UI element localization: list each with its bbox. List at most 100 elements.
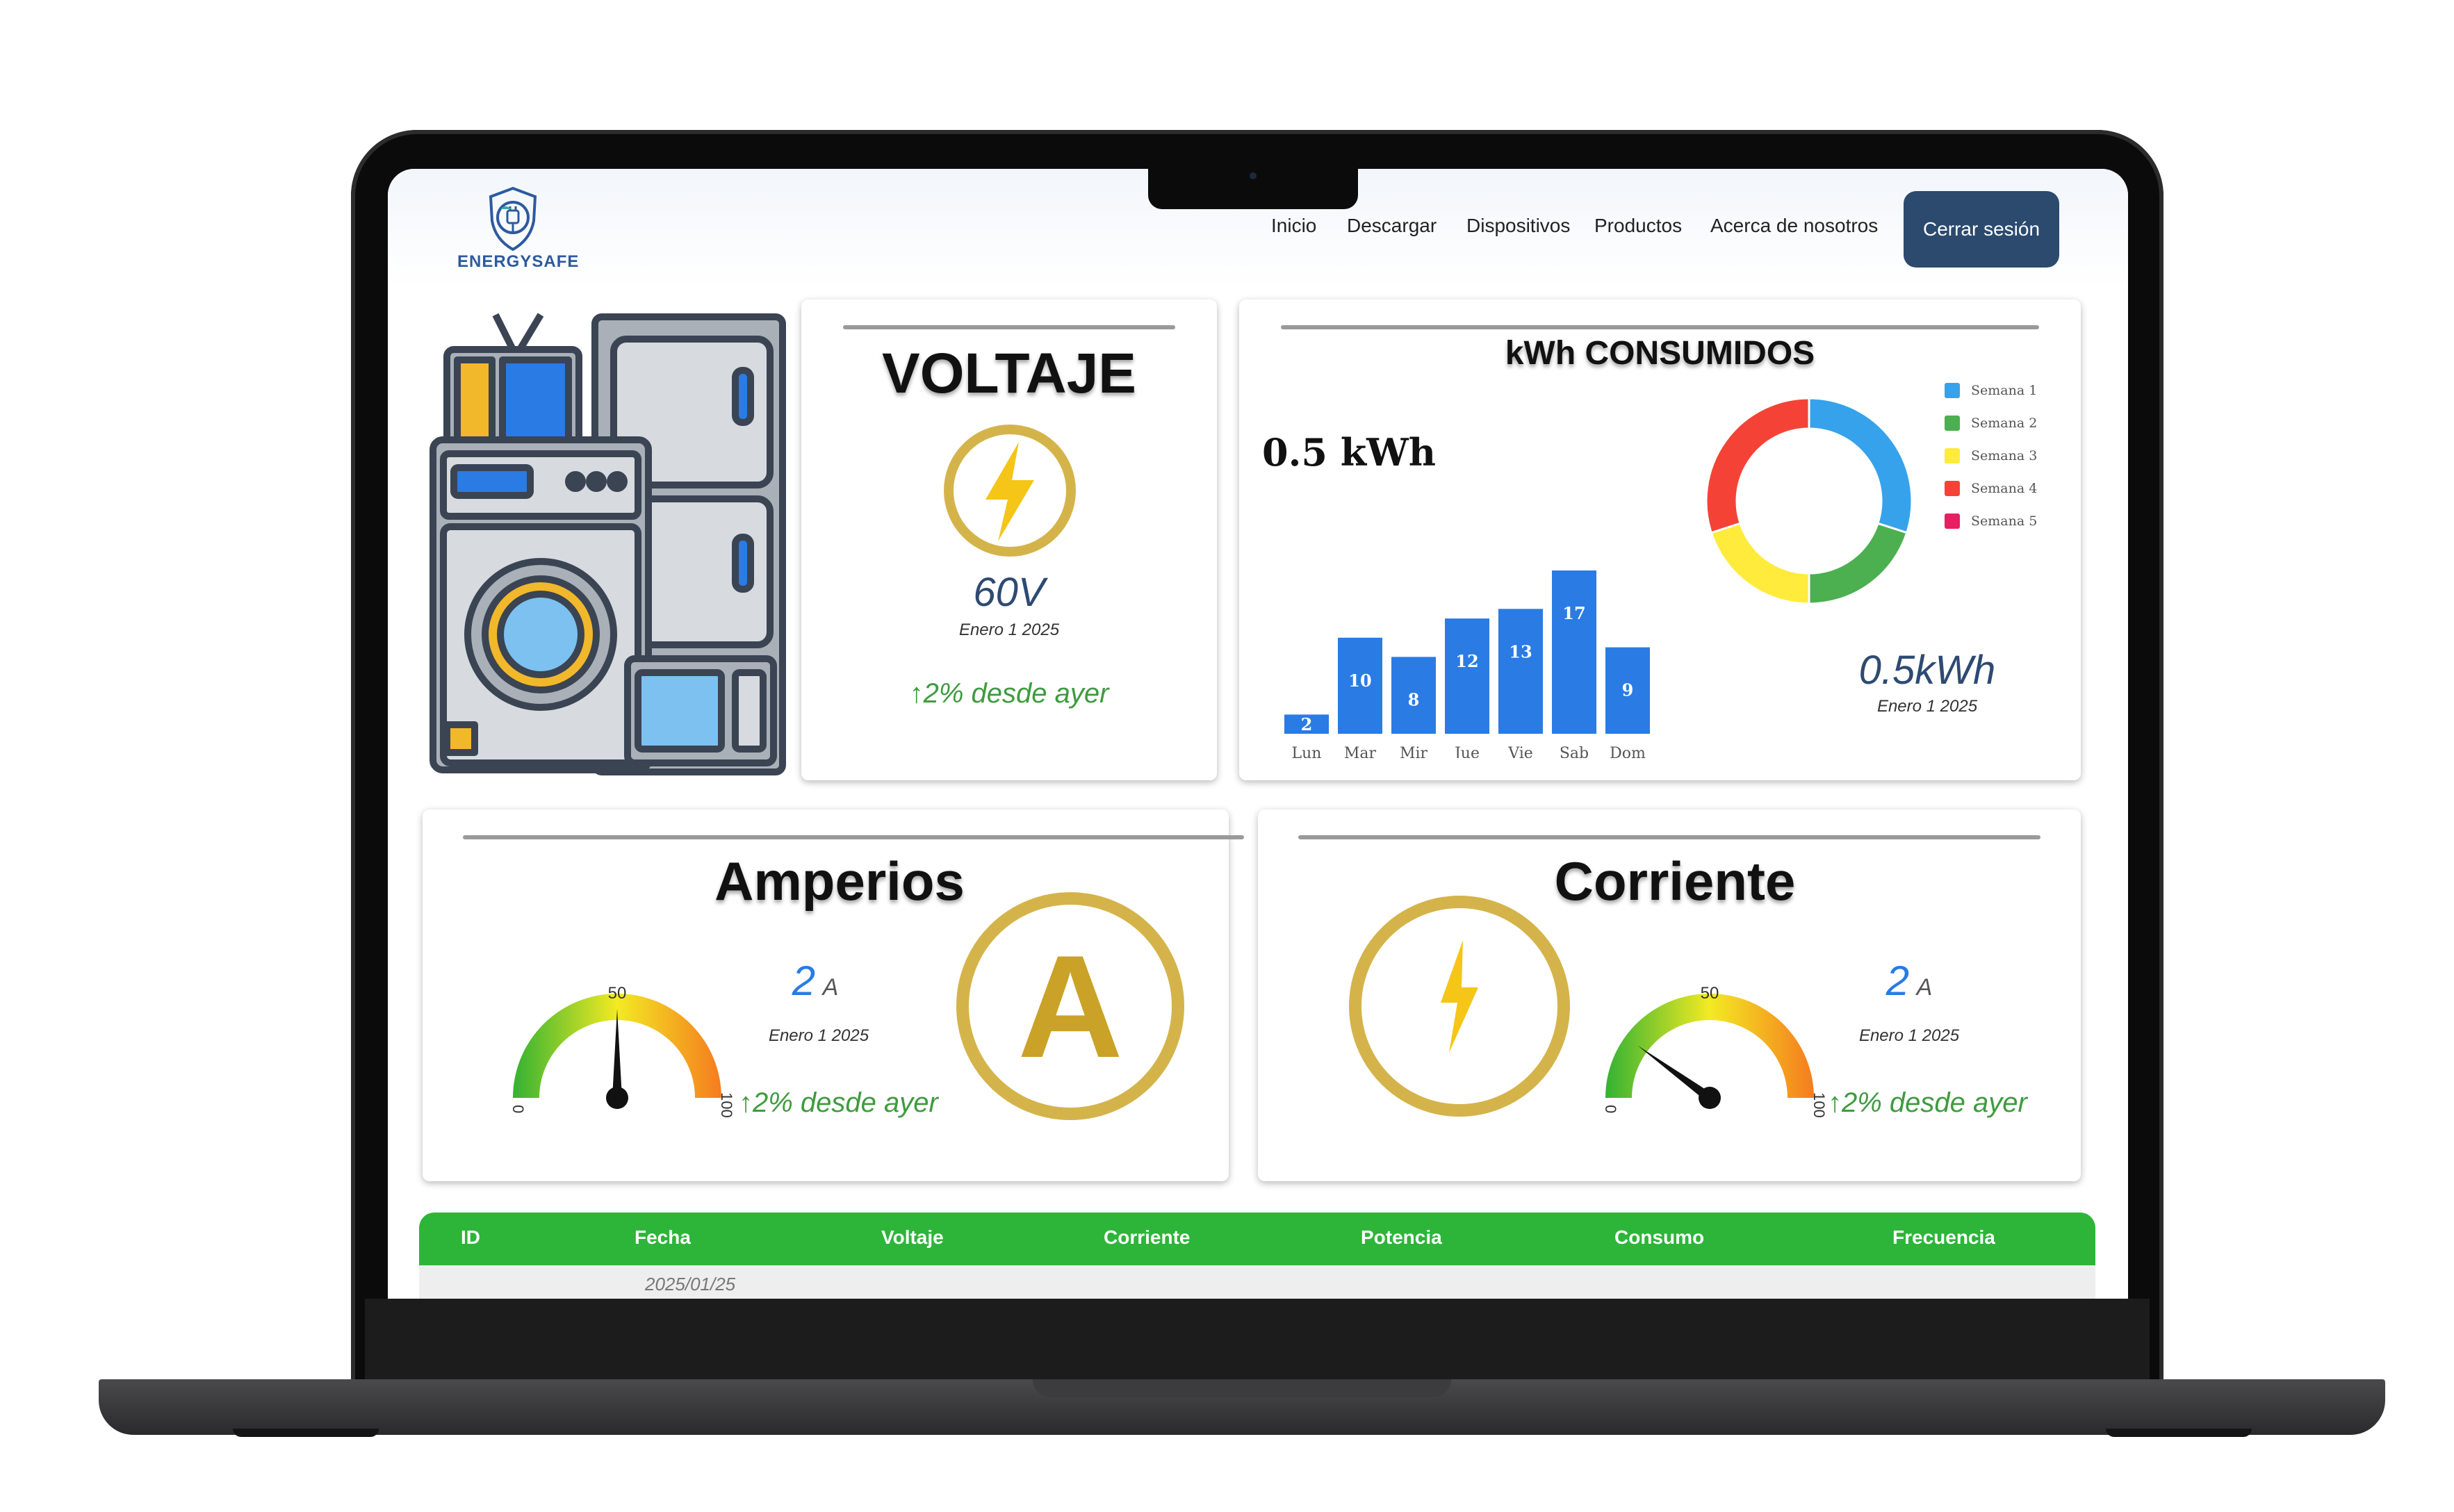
- th-id[interactable]: ID: [461, 1226, 480, 1249]
- nav-productos[interactable]: Productos: [1594, 215, 1682, 237]
- bar-data-label: 2: [1301, 714, 1313, 734]
- logo[interactable]: ENERGYSAFE: [457, 183, 580, 273]
- nav-acerca[interactable]: Acerca de nosotros: [1710, 215, 1878, 237]
- kwh-date: Enero 1 2025: [1876, 697, 1978, 716]
- bar[interactable]: [1498, 609, 1543, 734]
- gauge-mid-label: 50: [1701, 984, 1719, 1003]
- voltage-card: VOLTAJE 60V Enero 1 2025 ↑2% desde ayer: [801, 299, 1217, 780]
- voltage-value: 60V: [973, 570, 1045, 615]
- gauge-max-label: 100: [1810, 1092, 1828, 1118]
- donut-legend: Semana 1 Semana 2 Semana 3 Semana 4 Sema…: [1945, 383, 2070, 543]
- plug-shield-icon: [489, 186, 537, 252]
- camera-icon: [1250, 172, 1257, 179]
- legend-label: Semana 1: [1971, 383, 2038, 398]
- th-frecuencia[interactable]: Frecuencia: [1892, 1226, 1995, 1249]
- amperios-card: Amperios 50 0 100 2 A Enero 1 2025 ↑2% des…: [423, 810, 1244, 1181]
- corriente-card: Corriente 50 0 100 2 A Enero 1 2025 ↑2% de…: [1258, 810, 2081, 1181]
- weekly-bar-chart: 2 Lun 10 Mar 8 Mir 12 Jue 13 Vie 17 Sab 9 Dom: [1284, 570, 1650, 758]
- gauge-hub: [606, 1087, 628, 1109]
- kwh-summary: 0.5 kWh: [1262, 430, 1437, 475]
- screen: ENERGYSAFE Inicio Descargar Dispositivos…: [388, 169, 2128, 1299]
- th-fecha[interactable]: Fecha: [635, 1226, 691, 1249]
- x-tick-label: Mir: [1400, 745, 1428, 758]
- th-potencia[interactable]: Potencia: [1361, 1226, 1442, 1249]
- amperios-change: ↑2% desde ayer: [739, 1087, 938, 1118]
- donut-slice[interactable]: [1808, 397, 1913, 534]
- laptop-foot: [233, 1429, 379, 1437]
- bar[interactable]: [1552, 570, 1596, 734]
- corriente-change: ↑2% desde ayer: [1828, 1087, 2027, 1118]
- appliances-illustration: [430, 313, 786, 775]
- corriente-date: Enero 1 2025: [1858, 1026, 1960, 1045]
- card-divider: [1281, 325, 2039, 329]
- trackpad-notch: [1033, 1379, 1451, 1397]
- corriente-gauge: 50 0 100: [1602, 984, 1828, 1118]
- corriente-value: 2: [1886, 958, 1910, 1004]
- donut-slice[interactable]: [1808, 522, 1908, 605]
- th-voltaje[interactable]: Voltaje: [881, 1226, 944, 1249]
- legend-item[interactable]: Semana 4: [1945, 481, 2037, 496]
- legend-swatch: [1945, 513, 1960, 529]
- donut-slice[interactable]: [1710, 522, 1810, 605]
- gauge-min-label: 0: [509, 1105, 527, 1113]
- th-corriente[interactable]: Corriente: [1104, 1226, 1190, 1249]
- legend-swatch: [1945, 416, 1960, 431]
- nav-descargar[interactable]: Descargar: [1347, 215, 1437, 237]
- bar-data-label: 10: [1348, 671, 1371, 691]
- table-row[interactable]: 2025/01/25: [419, 1265, 2095, 1299]
- legend-item[interactable]: Semana 3: [1945, 448, 2037, 463]
- amperios-date: Enero 1 2025: [768, 1026, 869, 1045]
- ampere-badge-icon: A: [956, 892, 1184, 1120]
- corriente-unit: A: [1916, 974, 1933, 1001]
- bar-data-label: 8: [1408, 689, 1420, 709]
- amperios-reading: 2 A: [770, 957, 860, 1005]
- gauge-mid-label: 50: [608, 984, 627, 1003]
- bar-data-label: 9: [1622, 680, 1634, 700]
- logo-text: ENERGYSAFE: [457, 252, 580, 271]
- legend-item[interactable]: Semana 1: [1945, 383, 2037, 398]
- x-tick-label: Vie: [1507, 745, 1533, 758]
- card-title: Amperios: [714, 850, 965, 912]
- nav-dispositivos[interactable]: Dispositivos: [1466, 215, 1570, 237]
- weekly-donut-chart: [1705, 397, 1913, 605]
- x-tick-label: Lun: [1292, 745, 1322, 758]
- x-tick-label: Dom: [1610, 745, 1646, 758]
- legend-label: Semana 3: [1971, 448, 2038, 463]
- card-title: Corriente: [1554, 850, 1796, 912]
- bar-data-label: 17: [1562, 603, 1585, 623]
- card-divider: [843, 325, 1175, 329]
- legend-item[interactable]: Semana 5: [1945, 513, 2037, 529]
- gauge-arc: [1605, 994, 1814, 1098]
- legend-item[interactable]: Semana 2: [1945, 416, 2037, 431]
- x-tick-label: Sab: [1560, 745, 1589, 758]
- card-title: VOLTAJE: [882, 342, 1136, 405]
- legend-swatch: [1945, 481, 1960, 496]
- bar[interactable]: [1445, 618, 1489, 734]
- card-divider: [463, 835, 1244, 839]
- legend-swatch: [1945, 383, 1960, 398]
- laptop-chin: [365, 1299, 2150, 1382]
- cell-fecha: 2025/01/25: [645, 1274, 736, 1295]
- ampere-letter: A: [1017, 925, 1123, 1088]
- gauge-needle: [612, 1009, 622, 1098]
- nav-inicio[interactable]: Inicio: [1271, 215, 1316, 237]
- donut-slice[interactable]: [1705, 397, 1810, 534]
- voltage-change: ↑2% desde ayer: [909, 678, 1109, 709]
- card-title: kWh CONSUMIDOS: [1505, 335, 1815, 372]
- amperios-unit: A: [822, 974, 839, 1001]
- kwh-value: 0.5kWh: [1858, 648, 1996, 693]
- amperios-value: 2: [792, 958, 816, 1004]
- corriente-reading: 2 A: [1864, 957, 1954, 1005]
- legend-swatch: [1945, 448, 1960, 463]
- amperios-gauge: 50 0 100: [509, 984, 735, 1118]
- bar-data-label: 13: [1509, 641, 1532, 662]
- x-tick-label: Mar: [1344, 745, 1377, 758]
- data-table-header: ID Fecha Voltaje Corriente Potencia Cons…: [419, 1213, 2095, 1265]
- gauge-hub: [1699, 1087, 1721, 1109]
- legend-label: Semana 4: [1971, 481, 2038, 496]
- card-divider: [1298, 835, 2040, 839]
- th-consumo[interactable]: Consumo: [1614, 1226, 1704, 1249]
- bar-data-label: 12: [1455, 651, 1478, 671]
- logout-button[interactable]: Cerrar sesión: [1904, 191, 2059, 268]
- kwh-card: kWh CONSUMIDOS 0.5 kWh 2 Lun 10 Mar 8 Mir 12 Ju…: [1239, 299, 2081, 780]
